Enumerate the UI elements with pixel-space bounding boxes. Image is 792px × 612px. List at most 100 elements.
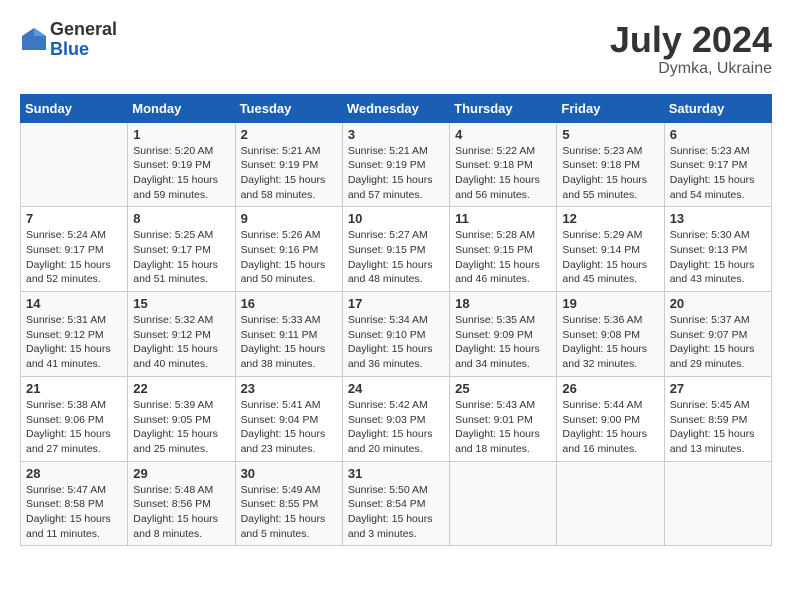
day-number: 16 <box>241 296 337 311</box>
calendar-cell: 31 Sunrise: 5:50 AMSunset: 8:54 PMDayligh… <box>342 461 449 546</box>
calendar-cell: 16 Sunrise: 5:33 AMSunset: 9:11 PMDayligh… <box>235 292 342 377</box>
calendar-cell: 9 Sunrise: 5:26 AMSunset: 9:16 PMDaylight… <box>235 207 342 292</box>
weekday-header-sunday: Sunday <box>21 94 128 122</box>
calendar-week-row: 28 Sunrise: 5:47 AMSunset: 8:58 PMDayligh… <box>21 461 772 546</box>
day-info: Sunrise: 5:26 AMSunset: 9:16 PMDaylight:… <box>241 228 337 287</box>
day-info: Sunrise: 5:23 AMSunset: 9:18 PMDaylight:… <box>562 144 658 203</box>
day-number: 5 <box>562 127 658 142</box>
day-number: 9 <box>241 211 337 226</box>
day-number: 19 <box>562 296 658 311</box>
day-info: Sunrise: 5:47 AMSunset: 8:58 PMDaylight:… <box>26 483 122 542</box>
calendar-cell: 24 Sunrise: 5:42 AMSunset: 9:03 PMDayligh… <box>342 376 449 461</box>
calendar-cell: 3 Sunrise: 5:21 AMSunset: 9:19 PMDaylight… <box>342 122 449 207</box>
day-number: 10 <box>348 211 444 226</box>
day-number: 25 <box>455 381 551 396</box>
calendar-cell: 30 Sunrise: 5:49 AMSunset: 8:55 PMDayligh… <box>235 461 342 546</box>
calendar-cell: 1Sunrise: 5:20 AMSunset: 9:19 PMDaylight… <box>128 122 235 207</box>
day-number: 7 <box>26 211 122 226</box>
calendar-table: SundayMondayTuesdayWednesdayThursdayFrid… <box>20 94 772 547</box>
logo-icon <box>20 26 48 54</box>
day-number: 2 <box>241 127 337 142</box>
calendar-cell: 12 Sunrise: 5:29 AMSunset: 9:14 PMDayligh… <box>557 207 664 292</box>
day-info: Sunrise: 5:21 AMSunset: 9:19 PMDaylight:… <box>241 144 337 203</box>
day-number: 15 <box>133 296 229 311</box>
day-number: 28 <box>26 466 122 481</box>
calendar-cell: 14Sunrise: 5:31 AMSunset: 9:12 PMDayligh… <box>21 292 128 377</box>
logo-general-text: General <box>50 20 117 40</box>
calendar-cell: 18 Sunrise: 5:35 AMSunset: 9:09 PMDayligh… <box>450 292 557 377</box>
day-info: Sunrise: 5:44 AMSunset: 9:00 PMDaylight:… <box>562 398 658 457</box>
calendar-cell: 8Sunrise: 5:25 AMSunset: 9:17 PMDaylight… <box>128 207 235 292</box>
weekday-header-wednesday: Wednesday <box>342 94 449 122</box>
calendar-cell: 5 Sunrise: 5:23 AMSunset: 9:18 PMDaylight… <box>557 122 664 207</box>
day-info: Sunrise: 5:43 AMSunset: 9:01 PMDaylight:… <box>455 398 551 457</box>
calendar-week-row: 14Sunrise: 5:31 AMSunset: 9:12 PMDayligh… <box>21 292 772 377</box>
day-info: Sunrise: 5:27 AMSunset: 9:15 PMDaylight:… <box>348 228 444 287</box>
weekday-header-thursday: Thursday <box>450 94 557 122</box>
day-info: Sunrise: 5:49 AMSunset: 8:55 PMDaylight:… <box>241 483 337 542</box>
day-number: 22 <box>133 381 229 396</box>
day-info: Sunrise: 5:50 AMSunset: 8:54 PMDaylight:… <box>348 483 444 542</box>
day-number: 11 <box>455 211 551 226</box>
day-number: 24 <box>348 381 444 396</box>
calendar-cell: 2 Sunrise: 5:21 AMSunset: 9:19 PMDaylight… <box>235 122 342 207</box>
title-block: July 2024 Dymka, Ukraine <box>610 20 772 78</box>
calendar-cell <box>557 461 664 546</box>
calendar-week-row: 7 Sunrise: 5:24 AMSunset: 9:17 PMDaylight… <box>21 207 772 292</box>
day-info: Sunrise: 5:35 AMSunset: 9:09 PMDaylight:… <box>455 313 551 372</box>
day-info: Sunrise: 5:45 AMSunset: 8:59 PMDaylight:… <box>670 398 766 457</box>
calendar-cell: 26 Sunrise: 5:44 AMSunset: 9:00 PMDayligh… <box>557 376 664 461</box>
day-info: Sunrise: 5:36 AMSunset: 9:08 PMDaylight:… <box>562 313 658 372</box>
day-number: 31 <box>348 466 444 481</box>
day-info: Sunrise: 5:34 AMSunset: 9:10 PMDaylight:… <box>348 313 444 372</box>
location-subtitle: Dymka, Ukraine <box>610 60 772 78</box>
day-info: Sunrise: 5:42 AMSunset: 9:03 PMDaylight:… <box>348 398 444 457</box>
calendar-cell: 19 Sunrise: 5:36 AMSunset: 9:08 PMDayligh… <box>557 292 664 377</box>
day-number: 29 <box>133 466 229 481</box>
calendar-cell <box>664 461 771 546</box>
day-number: 20 <box>670 296 766 311</box>
calendar-cell: 21 Sunrise: 5:38 AMSunset: 9:06 PMDayligh… <box>21 376 128 461</box>
day-number: 12 <box>562 211 658 226</box>
day-info: Sunrise: 5:23 AMSunset: 9:17 PMDaylight:… <box>670 144 766 203</box>
day-info: Sunrise: 5:20 AMSunset: 9:19 PMDaylight:… <box>133 144 229 203</box>
calendar-week-row: 1Sunrise: 5:20 AMSunset: 9:19 PMDaylight… <box>21 122 772 207</box>
weekday-header-friday: Friday <box>557 94 664 122</box>
month-year-title: July 2024 <box>610 20 772 60</box>
day-number: 21 <box>26 381 122 396</box>
day-number: 3 <box>348 127 444 142</box>
day-number: 6 <box>670 127 766 142</box>
day-number: 30 <box>241 466 337 481</box>
weekday-header-row: SundayMondayTuesdayWednesdayThursdayFrid… <box>21 94 772 122</box>
day-info: Sunrise: 5:24 AMSunset: 9:17 PMDaylight:… <box>26 228 122 287</box>
day-info: Sunrise: 5:22 AMSunset: 9:18 PMDaylight:… <box>455 144 551 203</box>
day-number: 17 <box>348 296 444 311</box>
day-number: 18 <box>455 296 551 311</box>
day-info: Sunrise: 5:48 AMSunset: 8:56 PMDaylight:… <box>133 483 229 542</box>
day-info: Sunrise: 5:38 AMSunset: 9:06 PMDaylight:… <box>26 398 122 457</box>
day-number: 13 <box>670 211 766 226</box>
calendar-cell: 29 Sunrise: 5:48 AMSunset: 8:56 PMDayligh… <box>128 461 235 546</box>
weekday-header-saturday: Saturday <box>664 94 771 122</box>
calendar-cell: 11 Sunrise: 5:28 AMSunset: 9:15 PMDayligh… <box>450 207 557 292</box>
day-number: 14 <box>26 296 122 311</box>
day-info: Sunrise: 5:33 AMSunset: 9:11 PMDaylight:… <box>241 313 337 372</box>
logo-text: General Blue <box>50 20 117 60</box>
calendar-cell: 15 Sunrise: 5:32 AMSunset: 9:12 PMDayligh… <box>128 292 235 377</box>
day-number: 4 <box>455 127 551 142</box>
day-info: Sunrise: 5:25 AMSunset: 9:17 PMDaylight:… <box>133 228 229 287</box>
calendar-week-row: 21 Sunrise: 5:38 AMSunset: 9:06 PMDayligh… <box>21 376 772 461</box>
day-info: Sunrise: 5:21 AMSunset: 9:19 PMDaylight:… <box>348 144 444 203</box>
day-info: Sunrise: 5:29 AMSunset: 9:14 PMDaylight:… <box>562 228 658 287</box>
day-info: Sunrise: 5:39 AMSunset: 9:05 PMDaylight:… <box>133 398 229 457</box>
day-info: Sunrise: 5:28 AMSunset: 9:15 PMDaylight:… <box>455 228 551 287</box>
calendar-cell: 23 Sunrise: 5:41 AMSunset: 9:04 PMDayligh… <box>235 376 342 461</box>
day-info: Sunrise: 5:32 AMSunset: 9:12 PMDaylight:… <box>133 313 229 372</box>
day-info: Sunrise: 5:41 AMSunset: 9:04 PMDaylight:… <box>241 398 337 457</box>
day-number: 23 <box>241 381 337 396</box>
calendar-cell: 6 Sunrise: 5:23 AMSunset: 9:17 PMDaylight… <box>664 122 771 207</box>
calendar-cell: 4 Sunrise: 5:22 AMSunset: 9:18 PMDaylight… <box>450 122 557 207</box>
calendar-cell <box>21 122 128 207</box>
logo-blue-text: Blue <box>50 40 117 60</box>
day-number: 26 <box>562 381 658 396</box>
